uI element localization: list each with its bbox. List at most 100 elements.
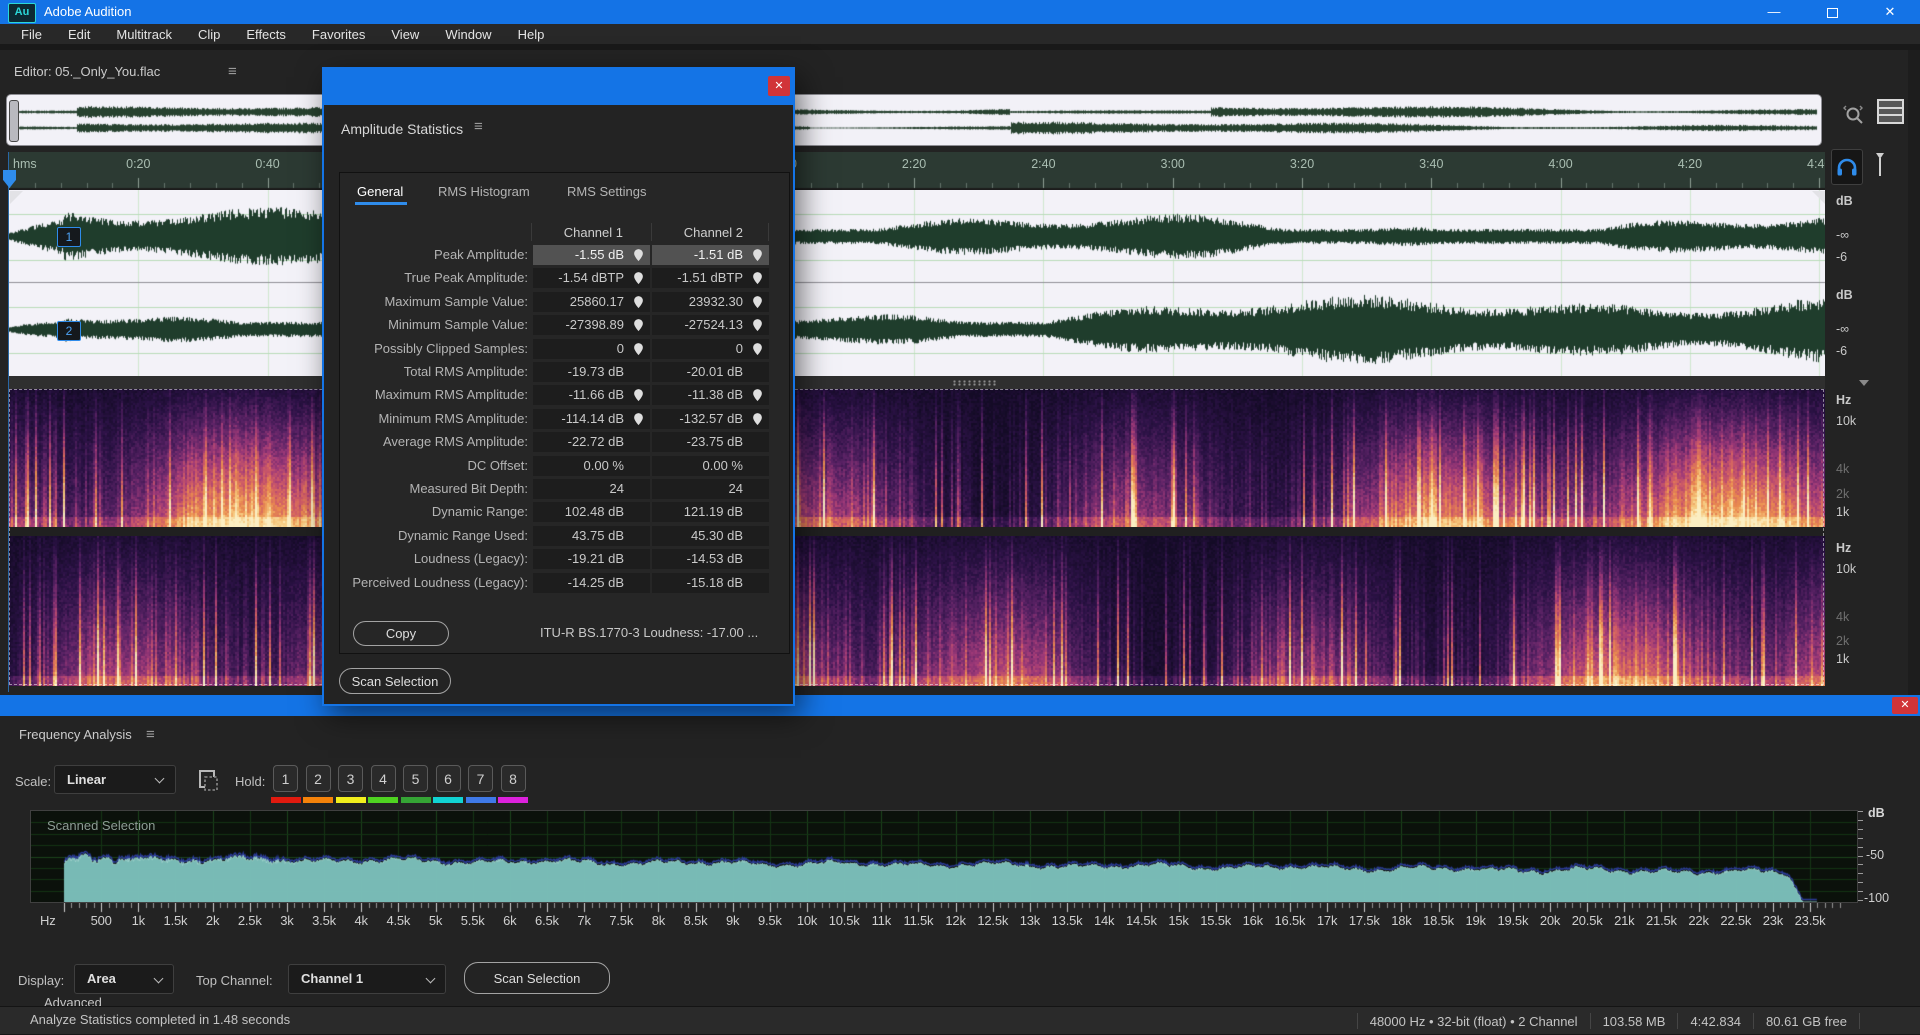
menu-clip[interactable]: Clip — [185, 27, 233, 42]
spectrogram-ch2-canvas[interactable] — [9, 536, 1825, 686]
top-channel-dropdown[interactable]: Channel 1 — [288, 964, 446, 994]
timeline-ruler[interactable]: hms 0:200:401:001:201:402:002:202:403:00… — [9, 152, 1825, 190]
channel-1-badge[interactable]: 1 — [57, 227, 81, 247]
stat-value-ch2[interactable]: -14.53 dB — [652, 549, 769, 569]
stat-value-ch2[interactable]: 0 — [652, 339, 769, 359]
menu-window[interactable]: Window — [432, 27, 504, 42]
frequency-panel-tab[interactable]: Frequency Analysis — [19, 727, 132, 742]
freq-scan-selection-button[interactable]: Scan Selection — [464, 962, 610, 994]
menu-favorites[interactable]: Favorites — [299, 27, 378, 42]
stat-value-ch2[interactable]: 0.00 % — [652, 456, 769, 476]
scale-dropdown[interactable]: Linear — [54, 765, 176, 794]
editor-tab[interactable]: Editor: 05._Only_You.flac — [14, 64, 160, 79]
stat-value-ch1[interactable]: 0 — [533, 339, 650, 359]
frequency-panel-menu-icon[interactable]: ≡ — [146, 726, 155, 743]
maximize-button[interactable] — [1804, 0, 1860, 24]
tab-rms-settings[interactable]: RMS Settings — [567, 184, 646, 199]
copy-graph-icon[interactable] — [196, 768, 220, 797]
overview-left-handle[interactable] — [9, 100, 19, 142]
pin-icon[interactable] — [752, 388, 763, 402]
channel-2-badge[interactable]: 2 — [57, 321, 81, 341]
hold-button-2[interactable]: 2 — [305, 765, 331, 792]
waveform-canvas[interactable] — [9, 190, 1825, 376]
pin-icon[interactable] — [752, 248, 763, 262]
stat-value-ch1[interactable]: -1.55 dB — [533, 245, 650, 265]
selection-handle-right-icon[interactable] — [1812, 191, 1825, 204]
pin-icon[interactable] — [633, 342, 644, 356]
pin-icon[interactable] — [752, 295, 763, 309]
stat-value-ch2[interactable]: 23932.30 — [652, 292, 769, 312]
menu-help[interactable]: Help — [505, 27, 558, 42]
pin-icon[interactable] — [752, 412, 763, 426]
frequency-plot[interactable]: Scanned Selection — [30, 810, 1858, 903]
tab-general[interactable]: General — [357, 184, 403, 199]
menu-edit[interactable]: Edit — [55, 27, 103, 42]
marker-pin-icon[interactable] — [1872, 150, 1888, 183]
scale-divider-icon[interactable] — [1859, 380, 1869, 386]
pin-icon[interactable] — [633, 248, 644, 262]
zoom-tool-icon[interactable] — [1842, 102, 1868, 131]
stat-value-ch1[interactable]: -14.25 dB — [533, 573, 650, 593]
hold-button-5[interactable]: 5 — [403, 765, 428, 792]
close-button[interactable]: ✕ — [1862, 0, 1918, 24]
stat-value-ch1[interactable]: -22.72 dB — [533, 432, 650, 452]
editor-panel-menu-icon[interactable]: ≡ — [228, 63, 237, 80]
scan-selection-button[interactable]: Scan Selection — [339, 668, 451, 694]
dialog-panel-menu-icon[interactable]: ≡ — [474, 118, 483, 135]
stat-value-ch2[interactable]: -15.18 dB — [652, 573, 769, 593]
stat-value-ch1[interactable]: -11.66 dB — [533, 385, 650, 405]
hold-button-8[interactable]: 8 — [500, 765, 526, 792]
pin-icon[interactable] — [752, 342, 763, 356]
pin-icon[interactable] — [633, 388, 644, 402]
spectrogram-ch1-canvas[interactable] — [9, 389, 1825, 527]
stat-value-ch1[interactable]: 24 — [533, 479, 650, 499]
pin-icon[interactable] — [752, 271, 763, 285]
tab-rms-histogram[interactable]: RMS Histogram — [438, 184, 530, 199]
stat-value-ch1[interactable]: 25860.17 — [533, 292, 650, 312]
hold-button-7[interactable]: 7 — [468, 765, 493, 792]
waveform-overview[interactable] — [6, 94, 1822, 146]
monitor-button[interactable] — [1831, 149, 1863, 185]
menu-view[interactable]: View — [378, 27, 432, 42]
hold-button-3[interactable]: 3 — [338, 765, 363, 792]
minimize-button[interactable]: — — [1746, 0, 1802, 24]
stat-value-ch2[interactable]: 45.30 dB — [652, 526, 769, 546]
panel-close-button[interactable]: ✕ — [1892, 697, 1918, 714]
pin-icon[interactable] — [633, 271, 644, 285]
hold-button-1[interactable]: 1 — [273, 765, 298, 792]
selection-handle-left-icon[interactable] — [10, 191, 23, 204]
waveform-spectral-splitter[interactable] — [9, 376, 1825, 389]
stat-value-ch2[interactable]: -11.38 dB — [652, 385, 769, 405]
stat-value-ch2[interactable]: -1.51 dB — [652, 245, 769, 265]
stat-value-ch2[interactable]: 121.19 dB — [652, 502, 769, 522]
menu-effects[interactable]: Effects — [233, 27, 299, 42]
dialog-title-bar[interactable] — [324, 69, 793, 105]
layout-rows-icon[interactable] — [1876, 97, 1906, 130]
stat-value-ch2[interactable]: -1.51 dBTP — [652, 268, 769, 288]
menu-multitrack[interactable]: Multitrack — [103, 27, 185, 42]
stat-value-ch2[interactable]: -20.01 dB — [652, 362, 769, 382]
stat-value-ch1[interactable]: -19.21 dB — [533, 549, 650, 569]
display-dropdown[interactable]: Area — [74, 964, 174, 994]
stat-value-ch1[interactable]: -19.73 dB — [533, 362, 650, 382]
stat-value-ch2[interactable]: -132.57 dB — [652, 409, 769, 429]
stat-value-ch2[interactable]: 24 — [652, 479, 769, 499]
hold-button-6[interactable]: 6 — [435, 765, 461, 792]
copy-button[interactable]: Copy — [353, 621, 449, 646]
dialog-close-button[interactable]: ✕ — [768, 76, 790, 96]
frequency-graph-canvas[interactable] — [31, 811, 1857, 902]
hold-button-4[interactable]: 4 — [370, 765, 396, 792]
pin-icon[interactable] — [633, 412, 644, 426]
stat-value-ch2[interactable]: -27524.13 — [652, 315, 769, 335]
pin-icon[interactable] — [633, 318, 644, 332]
menu-file[interactable]: File — [8, 27, 55, 42]
stat-value-ch1[interactable]: -1.54 dBTP — [533, 268, 650, 288]
stat-value-ch1[interactable]: 43.75 dB — [533, 526, 650, 546]
stat-value-ch1[interactable]: -27398.89 — [533, 315, 650, 335]
pin-icon[interactable] — [752, 318, 763, 332]
stat-value-ch1[interactable]: 102.48 dB — [533, 502, 650, 522]
pin-icon[interactable] — [633, 295, 644, 309]
overview-waveform-canvas[interactable] — [7, 95, 1821, 145]
stat-value-ch1[interactable]: -114.14 dB — [533, 409, 650, 429]
stat-value-ch1[interactable]: 0.00 % — [533, 456, 650, 476]
